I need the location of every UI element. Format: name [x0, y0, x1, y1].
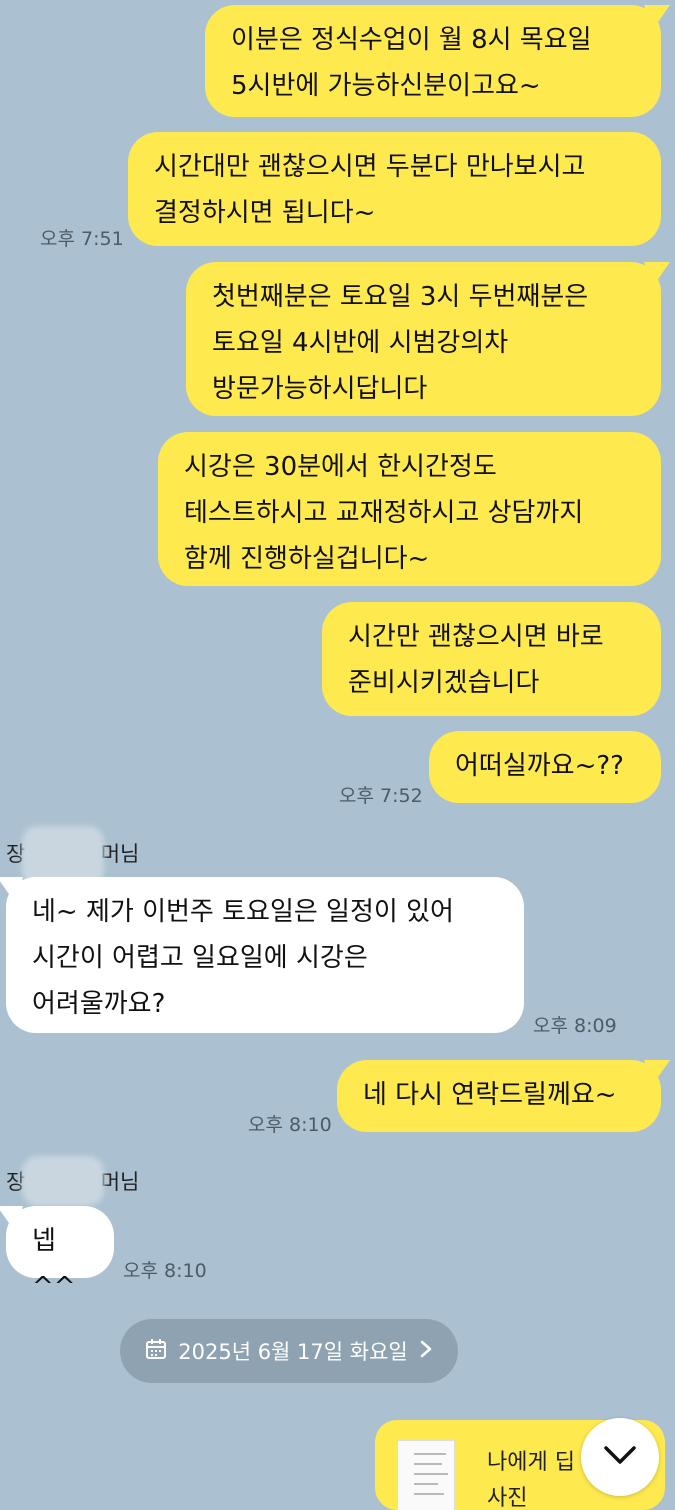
message-bubble-sent[interactable]: 시간만 괜찮으시면 바로 준비시키겠습니다	[322, 602, 661, 716]
chevron-right-icon	[418, 1339, 434, 1364]
message-bubble-sent[interactable]: 첫번째분은 토요일 3시 두번째분은 토요일 4시반에 시범강의차 방문가능하시…	[186, 262, 661, 416]
redacted-name-blur	[22, 1156, 104, 1206]
message-time: 오후 7:51	[40, 228, 124, 250]
shared-card-title: 나에게 딥	[487, 1450, 575, 1475]
photo-thumbnail	[397, 1440, 455, 1510]
message-bubble-sent[interactable]: 이분은 정식수업이 월 8시 목요일 5시반에 가능하신분이고요~	[205, 5, 661, 117]
message-time: 오후 7:52	[339, 785, 423, 807]
message-bubble-sent[interactable]: 네 다시 연락드릴께요~	[337, 1060, 661, 1132]
chevron-down-icon	[602, 1443, 638, 1471]
message-bubble-received[interactable]: 넵^^	[6, 1206, 114, 1302]
scroll-to-bottom-button[interactable]	[581, 1418, 659, 1496]
date-divider[interactable]: 2025년 6월 17일 화요일	[120, 1319, 458, 1383]
message-time: 오후 8:10	[248, 1114, 332, 1136]
shared-card-subtitle: 사진	[487, 1486, 528, 1510]
message-bubble-sent[interactable]: 시강은 30분에서 한시간정도 테스트하시고 교재정하시고 상담까지 함께 진행…	[158, 432, 661, 586]
message-bubble-sent[interactable]: 시간대만 괜찮으시면 두분다 만나보시고 결정하시면 됩니다~	[128, 132, 661, 246]
date-label: 2025년 6월 17일 화요일	[178, 1340, 408, 1364]
calendar-icon	[144, 1337, 168, 1366]
message-time: 오후 8:09	[533, 1015, 617, 1037]
sender-name-suffix: 머님	[100, 842, 140, 866]
message-time: 오후 8:10	[123, 1260, 207, 1282]
sender-name-suffix: 머님	[100, 1170, 140, 1194]
message-bubble-received[interactable]: 네~ 제가 이번주 토요일은 일정이 있어 시간이 어렵고 일요일에 시강은 어…	[6, 877, 524, 1033]
message-bubble-sent[interactable]: 어떠실까요~??	[429, 731, 661, 803]
